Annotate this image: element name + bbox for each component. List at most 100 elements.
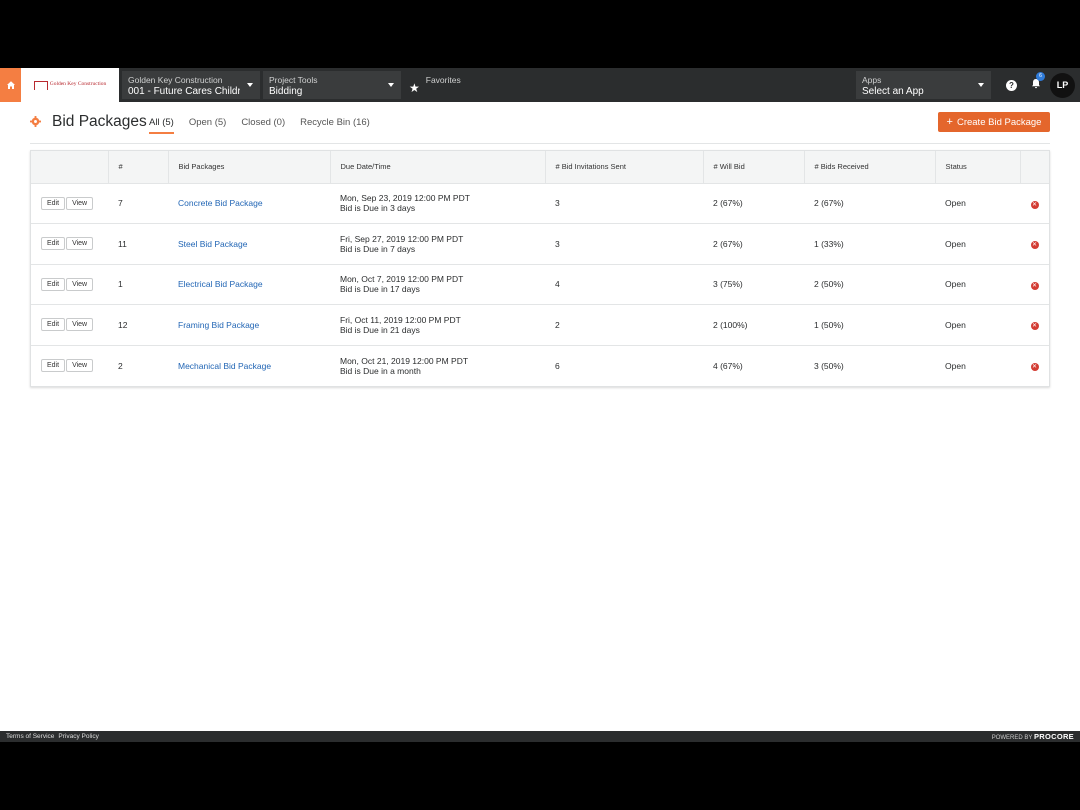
edit-button[interactable]: Edit	[41, 359, 66, 372]
row-number: 11	[108, 223, 168, 265]
right-tools: Apps Select an App ? 6 LP	[856, 68, 1080, 102]
status-tabs: All (5) Open (5) Closed (0) Recycle Bin …	[149, 117, 385, 134]
delete-icon[interactable]: ✕	[1030, 241, 1039, 250]
bid-package-link[interactable]: Electrical Bid Package	[178, 279, 263, 289]
tools-picker[interactable]: Project Tools Bidding	[263, 71, 401, 99]
column-delete	[1020, 151, 1049, 184]
will-bid: 3 (75%)	[703, 264, 804, 305]
status-value: Open	[935, 264, 1020, 305]
apps-label: Apps	[862, 75, 882, 85]
due-date: Mon, Oct 7, 2019 12:00 PM PDT	[340, 274, 464, 285]
row-number: 7	[108, 183, 168, 224]
privacy-policy-link[interactable]: Privacy Policy	[58, 733, 98, 740]
table-header-row: # Bid Packages Due Date/Time # Bid Invit…	[31, 151, 1049, 184]
bids-received: 2 (67%)	[804, 183, 935, 224]
invitations-sent: 6	[555, 360, 560, 371]
due-date-cell: Mon, Sep 23, 2019 12:00 PM PDT Bid is Due…	[330, 183, 545, 224]
will-bid: 4 (67%)	[713, 360, 743, 371]
avatar[interactable]: LP	[1050, 72, 1075, 98]
column-status[interactable]: Status	[935, 151, 1021, 184]
column-due-date[interactable]: Due Date/Time	[330, 151, 546, 184]
due-note: Bid is Due in 17 days	[340, 284, 420, 295]
due-date-cell: Mon, Oct 21, 2019 12:00 PM PDT Bid is Due…	[330, 345, 545, 386]
company-logo[interactable]: Golden Key Construction	[21, 68, 119, 102]
edit-button[interactable]: Edit	[41, 237, 66, 251]
bids-received: 1 (33%)	[804, 223, 935, 265]
column-will-bid[interactable]: # Will Bid	[703, 151, 805, 184]
column-actions	[31, 151, 109, 184]
row-number: 12	[108, 304, 168, 346]
column-bid-packages[interactable]: Bid Packages	[168, 151, 331, 184]
table-row: Edit View 11 Steel Bid Package Fri, Sep 2…	[31, 223, 1049, 265]
due-date: Mon, Sep 23, 2019 12:00 PM PDT	[340, 193, 470, 204]
bid-package-link[interactable]: Concrete Bid Package	[178, 198, 263, 208]
notification-badge: 6	[1036, 72, 1045, 81]
help-icon[interactable]: ?	[1006, 79, 1017, 91]
tab-all[interactable]: All (5)	[149, 117, 174, 134]
chevron-down-icon	[388, 83, 394, 87]
bid-packages-table: # Bid Packages Due Date/Time # Bid Invit…	[30, 150, 1050, 387]
page-footer: Terms of Service Privacy Policy POWERED …	[0, 731, 1080, 742]
due-date-cell: Fri, Oct 11, 2019 12:00 PM PDT Bid is Due…	[330, 304, 545, 346]
tools-label: Project Tools	[269, 75, 318, 85]
tab-recycle-bin[interactable]: Recycle Bin (16)	[300, 117, 370, 134]
view-button[interactable]: View	[66, 277, 94, 291]
favorites-button[interactable]: ★ Favorites	[409, 71, 461, 99]
plus-icon: +	[946, 116, 953, 128]
invitations-sent: 3	[545, 223, 703, 265]
delete-icon[interactable]: ✕	[1030, 281, 1039, 290]
view-button[interactable]: View	[66, 196, 94, 210]
procore-logo: PROCORE	[1033, 732, 1074, 741]
due-note: Bid is Due in 21 days	[340, 324, 420, 335]
page-header: Bid Packages All (5) Open (5) Closed (0)…	[30, 112, 1050, 144]
status-value: Open	[935, 304, 1020, 346]
gear-icon	[30, 116, 41, 127]
table-row: Edit View 7 Concrete Bid Package Mon, Sep…	[31, 183, 1049, 224]
app-frame: Golden Key Construction Golden Key Const…	[0, 68, 1080, 742]
due-note: Bid is Due in 7 days	[340, 243, 416, 254]
table-row: Edit View 1 Electrical Bid Package Mon, O…	[31, 264, 1049, 305]
create-bid-package-label: Create Bid Package	[956, 116, 1042, 128]
tab-closed[interactable]: Closed (0)	[241, 117, 285, 134]
bid-package-link[interactable]: Framing Bid Package	[178, 320, 259, 330]
table-row: Edit View 12 Framing Bid Package Fri, Oct…	[31, 304, 1049, 346]
powered-by: POWERED BY PROCORE	[992, 731, 1074, 744]
terms-of-service-link[interactable]: Terms of Service	[6, 733, 54, 740]
create-bid-package-button[interactable]: + Create Bid Package	[938, 112, 1050, 132]
row-number: 2	[118, 360, 123, 371]
edit-button[interactable]: Edit	[41, 196, 66, 210]
tab-open[interactable]: Open (5)	[189, 117, 227, 134]
home-button[interactable]	[0, 68, 21, 102]
column-number[interactable]: #	[108, 151, 169, 184]
edit-button[interactable]: Edit	[41, 318, 66, 332]
due-note: Bid is Due in a month	[340, 365, 421, 376]
page-title: Bid Packages	[52, 113, 147, 130]
delete-icon[interactable]: ✕	[1030, 322, 1039, 331]
bids-received: 1 (50%)	[804, 304, 935, 346]
bid-package-link[interactable]: Steel Bid Package	[178, 239, 247, 249]
view-button[interactable]: View	[66, 237, 94, 251]
will-bid: 2 (67%)	[703, 223, 804, 265]
invitations-sent: 2	[545, 304, 703, 346]
due-date-cell: Fri, Sep 27, 2019 12:00 PM PDT Bid is Due…	[330, 223, 545, 265]
column-bids-received[interactable]: # Bids Received	[804, 151, 936, 184]
invitations-sent: 3	[545, 183, 703, 224]
apps-value: Select an App	[862, 86, 924, 97]
delete-icon[interactable]: ✕	[1030, 363, 1039, 371]
powered-by-label: POWERED BY	[991, 735, 1033, 741]
will-bid: 2 (67%)	[703, 183, 804, 224]
project-picker[interactable]: Golden Key Construction 001 - Future Car…	[122, 71, 260, 99]
view-button[interactable]: View	[66, 359, 94, 372]
bid-package-link[interactable]: Mechanical Bid Package	[178, 361, 271, 371]
home-icon	[6, 81, 15, 89]
column-invitations-sent[interactable]: # Bid Invitations Sent	[545, 151, 704, 184]
edit-button[interactable]: Edit	[41, 277, 66, 291]
notifications-button[interactable]: 6	[1031, 72, 1045, 92]
project-value: 001 - Future Cares Childr...	[128, 86, 240, 97]
apps-picker[interactable]: Apps Select an App	[856, 71, 991, 99]
favorites-label: Favorites	[425, 75, 461, 85]
chevron-down-icon	[978, 83, 984, 87]
view-button[interactable]: View	[66, 318, 94, 332]
delete-icon[interactable]: ✕	[1030, 200, 1039, 209]
top-navigation-bar: Golden Key Construction Golden Key Const…	[0, 68, 1080, 102]
